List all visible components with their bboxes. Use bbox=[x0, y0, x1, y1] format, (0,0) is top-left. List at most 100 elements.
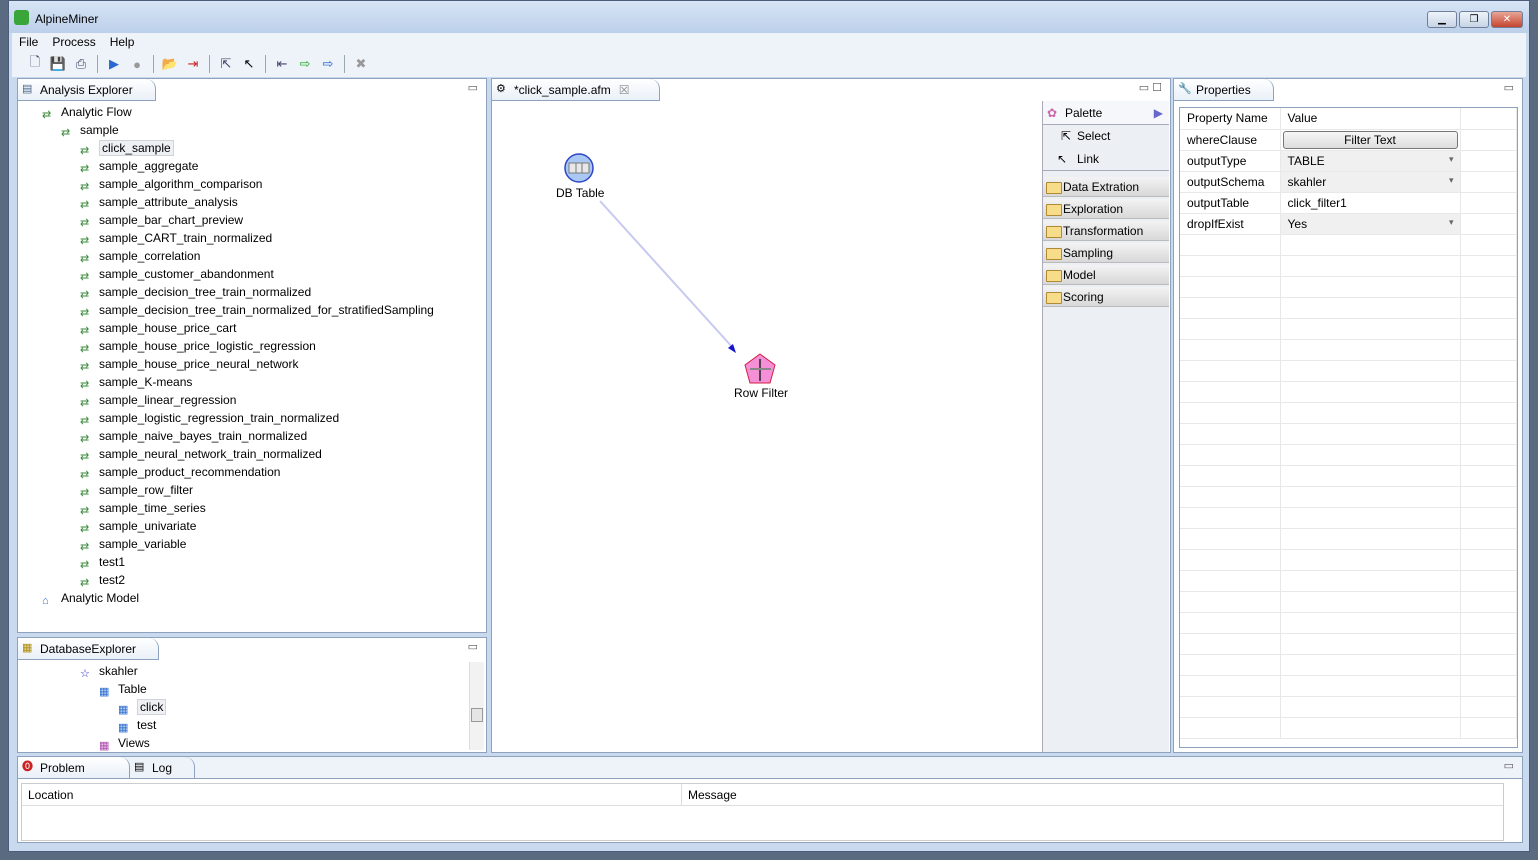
column-header-message[interactable]: Message bbox=[682, 784, 1503, 806]
flow-icon: ⇄ bbox=[80, 289, 90, 301]
exit-icon[interactable]: ⇥ bbox=[184, 55, 202, 73]
tree-item-flow[interactable]: ⇄ sample_attribute_analysis bbox=[80, 193, 238, 211]
import-icon[interactable]: ⇤ bbox=[273, 55, 291, 73]
value-dropdown[interactable]: TABLE bbox=[1280, 150, 1461, 172]
label: sample_naive_bayes_train_normalized bbox=[99, 429, 308, 443]
node-label-db-table[interactable]: DB Table bbox=[556, 186, 604, 200]
new-icon[interactable]: 🗋 bbox=[26, 54, 44, 73]
tree-item-flow[interactable]: ⇄ sample_house_price_neural_network bbox=[80, 355, 298, 373]
save-icon[interactable]: 💾 bbox=[49, 55, 67, 73]
link-arrow-icon[interactable]: ↖ bbox=[240, 55, 258, 73]
tab-click-sample[interactable]: ⚙ *click_sample.afm ☒ bbox=[492, 79, 661, 101]
minimize-maximize-buttons[interactable]: ▭ ☐ bbox=[1139, 81, 1162, 94]
value-dropdown[interactable]: skahler bbox=[1280, 171, 1461, 193]
tree-item-flow[interactable]: ⇄ sample_aggregate bbox=[80, 157, 198, 175]
tree-item-analytic-flow[interactable]: ⇄ Analytic Flow bbox=[42, 103, 132, 121]
menu-help[interactable]: Help bbox=[110, 35, 135, 49]
delete-icon[interactable]: ✖ bbox=[352, 55, 370, 73]
tree-item-folder[interactable]: ⇄ sample bbox=[61, 121, 119, 139]
palette-tool-select[interactable]: ⇱ Select bbox=[1043, 125, 1169, 148]
tree-item-flow[interactable]: ⇄ sample_naive_bayes_train_normalized bbox=[80, 427, 307, 445]
tree-item-flow[interactable]: ⇄ sample_product_recommendation bbox=[80, 463, 280, 481]
stop-icon[interactable]: ● bbox=[128, 55, 146, 73]
tree-item-flow[interactable]: ⇄ click_sample bbox=[80, 139, 174, 157]
explorer-icon: ▤ bbox=[22, 83, 33, 95]
menu-file[interactable]: File bbox=[19, 35, 38, 49]
tree-item-flow[interactable]: ⇄ sample_neural_network_train_normalized bbox=[80, 445, 322, 463]
palette-drawer[interactable]: Sampling bbox=[1043, 243, 1169, 263]
tree-item-flow[interactable]: ⇄ sample_bar_chart_preview bbox=[80, 211, 243, 229]
print-icon[interactable]: ⎙ bbox=[72, 55, 90, 73]
column-header-value[interactable]: Value bbox=[1280, 108, 1461, 130]
minimize-button[interactable]: ▁ bbox=[1427, 11, 1457, 28]
palette-tool-link[interactable]: ↖ Link bbox=[1043, 148, 1169, 171]
tree-item-table[interactable]: ▦ test bbox=[118, 716, 156, 734]
value-input[interactable]: click_filter1 bbox=[1280, 192, 1461, 214]
property-row: whereClause Filter Text bbox=[1180, 129, 1517, 151]
flow-icon: ⇄ bbox=[80, 253, 90, 265]
palette-drawer[interactable]: Scoring bbox=[1043, 287, 1169, 307]
tree-item-flow[interactable]: ⇄ sample_house_price_cart bbox=[80, 319, 236, 337]
tree-item-flow[interactable]: ⇄ test1 bbox=[80, 553, 125, 571]
label: Link bbox=[1077, 152, 1100, 166]
tree-item-table[interactable]: ▦ click bbox=[118, 698, 167, 716]
tab-properties[interactable]: 🔧 Properties bbox=[1174, 79, 1274, 101]
tree-item-flow[interactable]: ⇄ sample_logistic_regression_train_normal… bbox=[80, 409, 339, 427]
minimize-panel-button[interactable]: ▭ bbox=[1504, 759, 1514, 772]
label: sample_customer_abandonment bbox=[99, 267, 274, 281]
tree-item-flow[interactable]: ⇄ sample_decision_tree_train_normalized bbox=[80, 283, 311, 301]
tree-item-flow[interactable]: ⇄ test2 bbox=[80, 571, 125, 589]
palette-drawer[interactable]: Data Extration bbox=[1043, 177, 1169, 197]
close-button[interactable]: ✕ bbox=[1491, 11, 1523, 28]
tab-database-explorer[interactable]: ▦ DatabaseExplorer bbox=[18, 638, 160, 660]
tab-analysis-explorer[interactable]: ▤ Analysis Explorer bbox=[18, 79, 156, 101]
minimize-panel-button[interactable]: ▭ bbox=[468, 640, 478, 653]
tree-item-flow[interactable]: ⇄ sample_K-means bbox=[80, 373, 192, 391]
tree-item-flow[interactable]: ⇄ sample_variable bbox=[80, 535, 186, 553]
tree-item-flow[interactable]: ⇄ sample_decision_tree_train_normalized_f… bbox=[80, 301, 434, 319]
tree-item-analytic-model[interactable]: ⌂ Analytic Model bbox=[42, 589, 139, 607]
palette-drawer[interactable]: Transformation bbox=[1043, 221, 1169, 241]
palette-title: Palette bbox=[1065, 106, 1103, 120]
tree-item-flow[interactable]: ⇄ sample_row_filter bbox=[80, 481, 193, 499]
connection-arrowhead bbox=[728, 344, 736, 353]
palette-drawer[interactable]: Model bbox=[1043, 265, 1169, 285]
error-icon: ⓿ bbox=[22, 761, 33, 773]
tree-item-flow[interactable]: ⇄ sample_time_series bbox=[80, 499, 206, 517]
tree-item-flow[interactable]: ⇄ sample_CART_train_normalized bbox=[80, 229, 272, 247]
maximize-button[interactable]: ❐ bbox=[1459, 11, 1489, 28]
node-label-row-filter[interactable]: Row Filter bbox=[734, 386, 788, 400]
vertical-scrollbar[interactable] bbox=[469, 662, 484, 750]
tree-item-flow[interactable]: ⇄ sample_algorithm_comparison bbox=[80, 175, 262, 193]
palette-drawer[interactable]: Exploration bbox=[1043, 199, 1169, 219]
collapse-palette-icon[interactable]: ▶ bbox=[1154, 101, 1163, 125]
tree-item-schema[interactable]: ☆ skahler bbox=[80, 662, 138, 680]
close-tab-icon[interactable]: ☒ bbox=[619, 83, 630, 97]
column-header-property-name[interactable]: Property Name bbox=[1180, 108, 1281, 130]
tree-item-flow[interactable]: ⇄ sample_correlation bbox=[80, 247, 200, 265]
value-dropdown[interactable]: Yes bbox=[1280, 213, 1461, 235]
export-green-icon[interactable]: ⇨ bbox=[296, 55, 314, 73]
select-icon[interactable]: ⇱ bbox=[217, 55, 235, 73]
menu-process[interactable]: Process bbox=[52, 35, 95, 49]
flow-icon: ⇄ bbox=[80, 217, 90, 229]
tree-item-flow[interactable]: ⇄ sample_house_price_logistic_regression bbox=[80, 337, 316, 355]
palette-header[interactable]: ✿ Palette ▶ bbox=[1043, 101, 1169, 125]
tree-item-flow[interactable]: ⇄ sample_univariate bbox=[80, 517, 196, 535]
tab-log[interactable]: ▤ Log bbox=[130, 757, 196, 779]
tab-problem[interactable]: ⓿ Problem bbox=[18, 757, 130, 779]
flow-icon: ⇄ bbox=[80, 379, 90, 391]
tree-item-table-folder[interactable]: ▦ Table bbox=[99, 680, 147, 698]
run-icon[interactable]: ▶ bbox=[105, 55, 123, 73]
minimize-panel-button[interactable]: ▭ bbox=[468, 81, 478, 94]
open-folder-icon[interactable]: 📂 bbox=[161, 55, 179, 73]
column-header-location[interactable]: Location bbox=[22, 784, 682, 806]
tree-item-flow[interactable]: ⇄ sample_customer_abandonment bbox=[80, 265, 274, 283]
export-blue-icon[interactable]: ⇨ bbox=[319, 55, 337, 73]
filter-text-button[interactable]: Filter Text bbox=[1282, 130, 1458, 149]
minimize-panel-button[interactable]: ▭ bbox=[1504, 81, 1514, 94]
tree-item-flow[interactable]: ⇄ sample_linear_regression bbox=[80, 391, 236, 409]
tree-item-views[interactable]: ▦ Views bbox=[99, 734, 150, 752]
property-name: outputType bbox=[1180, 150, 1281, 172]
table-icon: ▦ bbox=[99, 686, 110, 698]
